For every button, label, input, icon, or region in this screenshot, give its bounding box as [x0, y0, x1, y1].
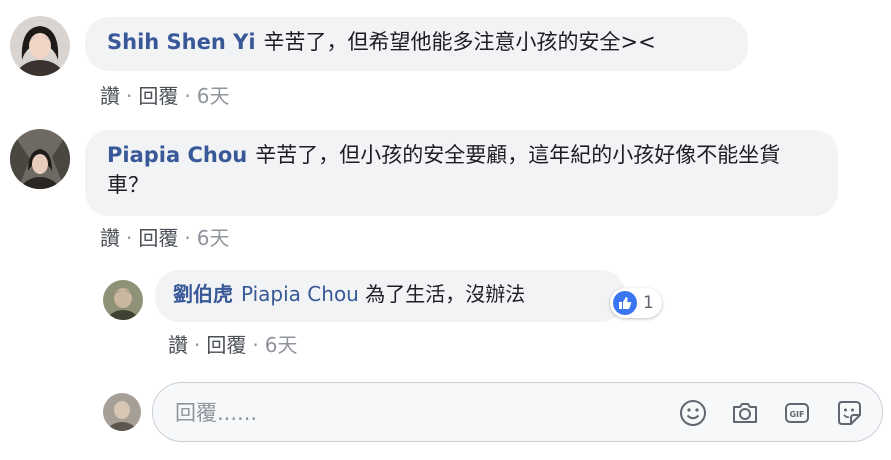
avatar[interactable]: [10, 129, 70, 189]
comment-actions: 讚 · 回覆 · 6天: [100, 80, 229, 109]
timestamp[interactable]: 6天: [265, 333, 298, 357]
author-name[interactable]: Piapia Chou: [107, 143, 247, 167]
separator: ·: [252, 333, 259, 357]
separator: ·: [194, 333, 201, 357]
reply-link[interactable]: 回覆: [138, 226, 178, 250]
comment-bubble: Shih Shen Yi 辛苦了，但希望他能多注意小孩的安全><: [85, 17, 748, 71]
separator: ·: [184, 226, 191, 250]
timestamp[interactable]: 6天: [197, 84, 230, 108]
emoji-icon[interactable]: [677, 397, 709, 429]
avatar[interactable]: [10, 16, 70, 76]
reply-link[interactable]: 回覆: [138, 84, 178, 108]
comment-text: 辛苦了，但希望他能多注意小孩的安全><: [263, 30, 656, 54]
mention-link[interactable]: Piapia Chou: [241, 282, 359, 306]
comment-actions: 讚 · 回覆 · 6天: [100, 222, 229, 251]
camera-icon[interactable]: [729, 397, 761, 429]
sticker-icon[interactable]: [833, 397, 865, 429]
author-name[interactable]: 劉伯虎: [173, 282, 233, 306]
svg-text:GIF: GIF: [789, 410, 804, 419]
reaction-badge[interactable]: 1: [610, 288, 662, 318]
author-name[interactable]: Shih Shen Yi: [107, 30, 256, 54]
separator: ·: [184, 84, 191, 108]
reply-link[interactable]: 回覆: [206, 333, 246, 357]
timestamp[interactable]: 6天: [197, 226, 230, 250]
like-link[interactable]: 讚: [100, 84, 120, 108]
gif-icon[interactable]: GIF: [781, 397, 813, 429]
reply-input[interactable]: [173, 397, 647, 429]
reply-bubble: 劉伯虎 Piapia Chou 為了生活，沒辦法: [155, 270, 625, 322]
separator: ·: [126, 84, 133, 108]
like-icon: [613, 291, 637, 315]
like-link[interactable]: 讚: [100, 226, 120, 250]
separator: ·: [126, 226, 133, 250]
like-link[interactable]: 讚: [168, 333, 188, 357]
comment-text: 為了生活，沒辦法: [365, 282, 526, 306]
reaction-count: 1: [643, 293, 654, 313]
current-user-avatar: [103, 393, 141, 431]
avatar[interactable]: [103, 280, 143, 320]
reply-box: GIF: [152, 382, 883, 442]
reply-actions: 讚 · 回覆 · 6天: [168, 329, 297, 358]
comment-bubble: Piapia Chou 辛苦了，但小孩的安全要顧，這年紀的小孩好像不能坐貨車？: [85, 130, 838, 216]
